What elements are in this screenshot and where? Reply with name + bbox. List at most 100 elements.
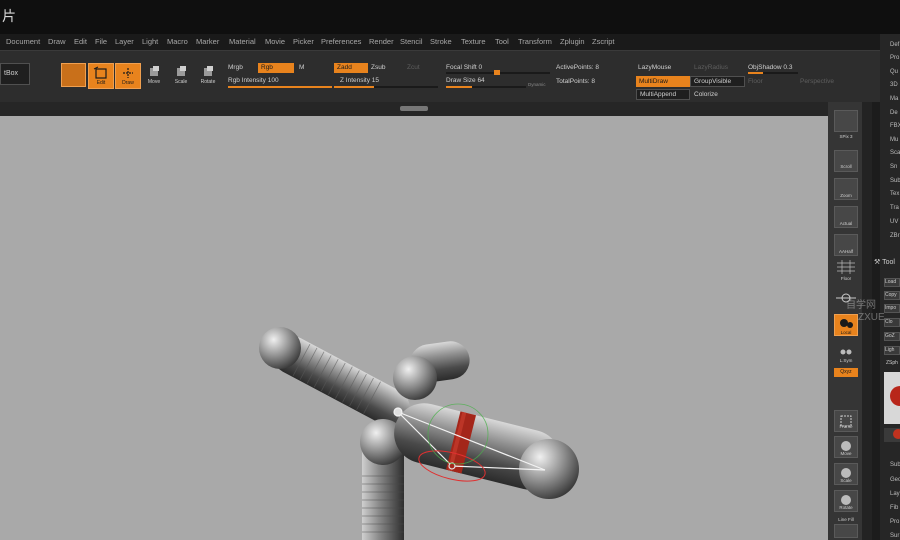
menu-item-picker[interactable]: Picker [293,37,314,46]
menu-item-zplugin[interactable]: Zplugin [560,37,585,46]
menu-item-file[interactable]: File [95,37,107,46]
tray-lower-item-1[interactable]: Geo [890,477,900,483]
draw-size-track[interactable] [446,86,526,88]
menu-item-document[interactable]: Document [6,37,40,46]
tray-item-8[interactable]: Sca [890,150,900,156]
menu-item-texture[interactable]: Texture [461,37,486,46]
tray-item-12[interactable]: Tra [890,205,899,211]
shelf-resize-handle[interactable] [400,106,428,111]
tray-item-3[interactable]: 3D [890,82,898,88]
bpr-button[interactable] [834,110,858,132]
menu-item-marker[interactable]: Marker [196,37,219,46]
zadd-toggle[interactable]: Zadd [334,63,368,73]
menu-item-edit[interactable]: Edit [74,37,87,46]
tray-lower-item-3[interactable]: Fib [890,505,898,511]
focal-shift-slider[interactable]: Focal Shift 0 [446,64,482,71]
tray-item-7[interactable]: Mu [890,137,898,143]
focal-shift-label: Focal Shift [446,64,477,71]
aahalf-label: AAHalf [838,249,853,254]
menu-item-draw[interactable]: Draw [48,37,66,46]
menu-item-stencil[interactable]: Stencil [400,37,423,46]
objshadow-label: ObjShadow [748,64,782,71]
objshadow-slider[interactable]: ObjShadow 0.3 [748,64,792,71]
projection-master-button[interactable] [61,63,86,87]
focal-shift-handle[interactable] [494,70,500,75]
tray-lower-item-2[interactable]: Lay [890,491,900,497]
document-canvas[interactable] [0,116,828,540]
groupvisible-toggle[interactable]: GroupVisible [690,76,745,87]
move-mode-button[interactable]: Move [142,63,168,89]
z-intensity-track[interactable] [334,86,438,88]
menu-item-layer[interactable]: Layer [115,37,134,46]
menu-item-movie[interactable]: Movie [265,37,285,46]
menu-item-tool[interactable]: Tool [495,37,509,46]
rgb-toggle[interactable]: Rgb [258,63,294,73]
objshadow-track[interactable] [748,72,798,74]
draw-mode-button[interactable]: Draw [115,63,141,89]
tool-import-button[interactable]: Impo [884,304,900,313]
tool-palette-title[interactable]: ⚒ Tool [874,258,895,266]
menu-item-preferences[interactable]: Preferences [321,37,361,46]
rotate-mode-button[interactable]: Rotate [196,63,222,89]
m-toggle[interactable]: M [299,64,304,71]
tool-thumbnail-secondary[interactable] [884,428,900,442]
menu-item-transform[interactable]: Transform [518,37,552,46]
menu-item-macro[interactable]: Macro [167,37,188,46]
floor-toggle[interactable]: Floor [748,78,763,85]
tray-lower-item-5[interactable]: Sur [890,533,899,539]
multiappend-button[interactable]: MultiAppend [636,89,690,100]
tray-item-6[interactable]: FBX [890,123,900,129]
perspective-toggle[interactable]: Perspective [800,78,834,85]
tool-copy-button[interactable]: Copy [884,291,900,300]
lsym-icon [840,349,852,355]
active-points-label: ActivePoints: [556,64,594,71]
z-intensity-slider[interactable]: Z Intensity 15 [340,77,379,84]
tool-clone-button[interactable]: Clo [884,318,900,327]
tray-item-9[interactable]: Sn [890,164,897,170]
tray-item-14[interactable]: ZBr [890,233,900,239]
rgb-intensity-slider[interactable]: Rgb Intensity 100 [228,77,279,84]
draw-size-slider[interactable]: Draw Size 64 [446,77,485,84]
menu-item-material[interactable]: Material [229,37,256,46]
menu-item-light[interactable]: Light [142,37,158,46]
tray-item-5[interactable]: De [890,110,898,116]
tray-item-4[interactable]: Ma [890,96,898,102]
menu-item-zscript[interactable]: Zscript [592,37,615,46]
rgb-intensity-track[interactable] [228,86,332,88]
zcut-toggle[interactable]: Zcut [407,64,420,71]
tool-load-button[interactable]: Load [884,278,900,287]
tray-item-1[interactable]: Pro [890,55,899,61]
lazymouse-toggle[interactable]: LazyMouse [638,64,671,71]
tool-lightbox-button[interactable]: Ligh [884,346,900,355]
tray-item-0[interactable]: Def [890,42,899,48]
menu-item-render[interactable]: Render [369,37,394,46]
tool-goz-button[interactable]: GoZ [884,332,900,341]
menu-bar: Document Draw Edit File Layer Light Macro Marke… [0,34,880,50]
menu-item-stroke[interactable]: Stroke [430,37,452,46]
zoom-label: Zoom [840,193,852,198]
tool-thumbnail[interactable] [884,372,900,424]
tray-item-10[interactable]: Sub [890,178,900,184]
lsym-label: L.Sym [839,358,853,363]
zsub-toggle[interactable]: Zsub [371,64,385,71]
z-intensity-value: 15 [371,77,380,84]
tray-lower-item-4[interactable]: Pro [890,519,899,525]
tray-item-11[interactable]: Tex [890,191,899,197]
multidraw-toggle[interactable]: MultiDraw [636,76,690,87]
tray-item-13[interactable]: UV [890,219,898,225]
lazyradius-slider[interactable]: LazyRadius [694,64,728,71]
tray-lower-item-0[interactable]: Sub [890,462,900,468]
scale-mode-button[interactable]: Scale [169,63,195,89]
edit-mode-button[interactable]: Edit [88,63,114,89]
xyz-toggle[interactable]: Qxyz [834,368,858,377]
colorize-toggle[interactable]: Colorize [694,91,718,98]
lightbox-button[interactable]: tBox [0,63,30,85]
mrgb-toggle[interactable]: Mrgb [228,64,243,71]
dynamic-toggle[interactable]: Dynamic [528,82,546,87]
polyf-button[interactable] [834,524,858,538]
lsym-button[interactable] [834,345,858,367]
tray-item-2[interactable]: Qu [890,69,898,75]
rgb-intensity-value: 100 [267,77,279,84]
scale-label: Scale [840,478,852,483]
frame-label: Frame [839,424,853,429]
